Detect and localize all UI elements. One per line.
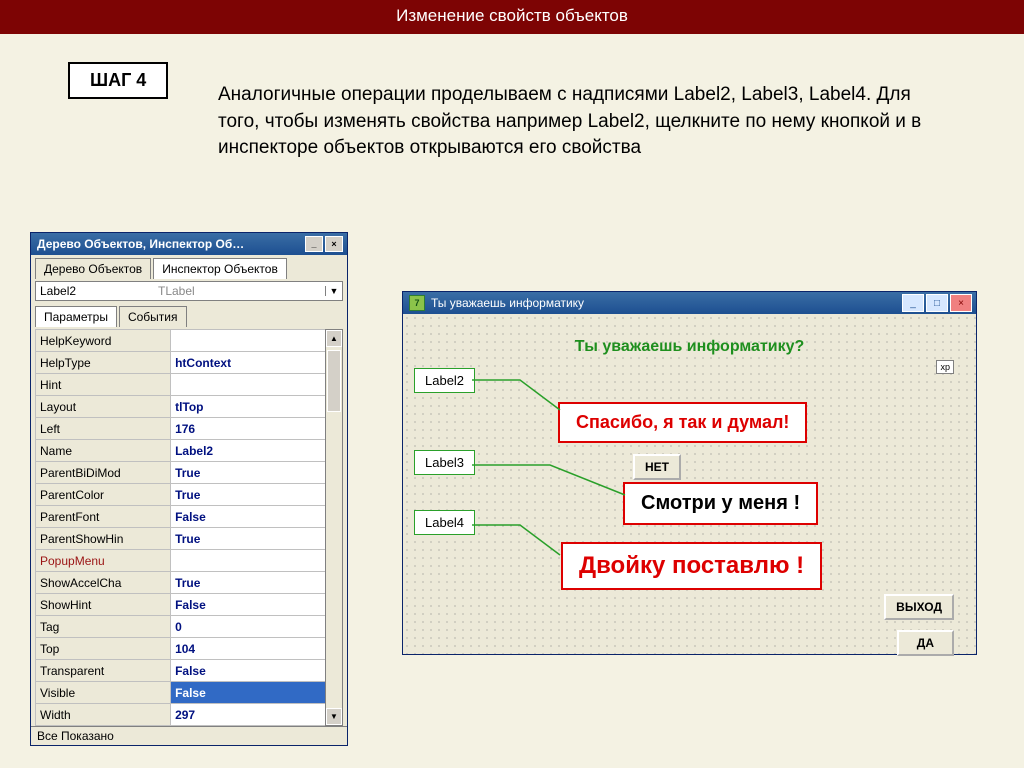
tab-events[interactable]: События bbox=[119, 306, 187, 327]
property-value[interactable] bbox=[171, 330, 343, 352]
property-value[interactable] bbox=[171, 374, 343, 396]
property-name: Top bbox=[36, 638, 171, 660]
property-row[interactable]: Tag0 bbox=[36, 616, 343, 638]
property-name: Layout bbox=[36, 396, 171, 418]
callout-label2: Label2 bbox=[414, 368, 475, 393]
tab-object-tree[interactable]: Дерево Объектов bbox=[35, 258, 151, 279]
property-value[interactable] bbox=[171, 550, 343, 572]
slide-title: Изменение свойств объектов bbox=[0, 0, 1024, 34]
property-row[interactable]: PopupMenu bbox=[36, 550, 343, 572]
label2[interactable]: Спасибо, я так и думал! bbox=[558, 402, 807, 443]
callout-label4: Label4 bbox=[414, 510, 475, 535]
property-value[interactable]: 104 bbox=[171, 638, 343, 660]
property-value[interactable]: True bbox=[171, 484, 343, 506]
scroll-down-icon[interactable]: ▼ bbox=[326, 708, 342, 725]
callout-label3: Label3 bbox=[414, 450, 475, 475]
property-value[interactable]: False bbox=[171, 682, 343, 704]
property-row[interactable]: Hint bbox=[36, 374, 343, 396]
top-tabstrip: Дерево Объектов Инспектор Объектов bbox=[31, 255, 347, 279]
property-row[interactable]: TransparentFalse bbox=[36, 660, 343, 682]
property-row[interactable]: HelpTypehtContext bbox=[36, 352, 343, 374]
property-row[interactable]: ParentShowHinTrue bbox=[36, 528, 343, 550]
property-row[interactable]: ParentFontFalse bbox=[36, 506, 343, 528]
label1[interactable]: Ты уважаешь информатику? bbox=[403, 338, 976, 356]
xp-manifest-component[interactable]: xp bbox=[936, 360, 954, 374]
property-value[interactable]: Label2 bbox=[171, 440, 343, 462]
property-value[interactable]: tlTop bbox=[171, 396, 343, 418]
property-name: ParentBiDiMod bbox=[36, 462, 171, 484]
inspector-title-text: Дерево Объектов, Инспектор Об… bbox=[37, 237, 244, 251]
slide: Изменение свойств объектов ШАГ 4 Аналоги… bbox=[0, 0, 1024, 768]
scroll-thumb[interactable] bbox=[327, 350, 341, 412]
close-icon[interactable]: × bbox=[325, 236, 343, 252]
component-selector[interactable]: TLabel ▼ bbox=[35, 281, 343, 301]
property-name: Hint bbox=[36, 374, 171, 396]
property-row[interactable]: ShowHintFalse bbox=[36, 594, 343, 616]
tab-object-inspector[interactable]: Инспектор Объектов bbox=[153, 258, 287, 279]
component-type: TLabel bbox=[154, 284, 325, 298]
property-name: ShowHint bbox=[36, 594, 171, 616]
property-value[interactable]: True bbox=[171, 528, 343, 550]
property-row[interactable]: Width297 bbox=[36, 704, 343, 726]
property-row[interactable]: Left176 bbox=[36, 418, 343, 440]
label3[interactable]: Смотри у меня ! bbox=[623, 482, 818, 525]
body-text: Аналогичные операции проделываем с надпи… bbox=[218, 82, 944, 162]
form-design-surface[interactable]: Ты уважаешь информатику? xp Спасибо, я т… bbox=[403, 314, 976, 654]
yes-button[interactable]: ДА bbox=[897, 630, 954, 656]
property-row[interactable]: NameLabel2 bbox=[36, 440, 343, 462]
property-value[interactable]: htContext bbox=[171, 352, 343, 374]
chevron-down-icon[interactable]: ▼ bbox=[325, 286, 342, 296]
status-bar: Все Показано bbox=[31, 726, 347, 745]
property-grid: HelpKeywordHelpTypehtContextHintLayouttl… bbox=[35, 329, 343, 726]
minimize-icon[interactable]: _ bbox=[305, 236, 323, 252]
property-value[interactable]: False bbox=[171, 506, 343, 528]
property-name: ParentColor bbox=[36, 484, 171, 506]
property-value[interactable]: False bbox=[171, 594, 343, 616]
component-name-input[interactable] bbox=[36, 282, 154, 300]
close-icon[interactable]: × bbox=[950, 294, 972, 312]
property-name: PopupMenu bbox=[36, 550, 171, 572]
maximize-icon[interactable]: □ bbox=[926, 294, 948, 312]
label4[interactable]: Двойку поставлю ! bbox=[561, 542, 822, 590]
property-name: ShowAccelCha bbox=[36, 572, 171, 594]
inspector-titlebar[interactable]: Дерево Объектов, Инспектор Об… _ × bbox=[31, 233, 347, 255]
tab-params[interactable]: Параметры bbox=[35, 306, 117, 327]
property-row[interactable]: ParentBiDiModTrue bbox=[36, 462, 343, 484]
property-row[interactable]: VisibleFalse bbox=[36, 682, 343, 704]
property-name: Transparent bbox=[36, 660, 171, 682]
property-value[interactable]: 0 bbox=[171, 616, 343, 638]
property-value[interactable]: 297 bbox=[171, 704, 343, 726]
property-name: Left bbox=[36, 418, 171, 440]
property-row[interactable]: Top104 bbox=[36, 638, 343, 660]
scrollbar[interactable]: ▲ ▼ bbox=[325, 329, 343, 726]
form-designer-window: 7 Ты уважаешь информатику _ □ × Ты уважа… bbox=[402, 291, 977, 655]
property-name: Name bbox=[36, 440, 171, 462]
property-name: ParentFont bbox=[36, 506, 171, 528]
minimize-icon[interactable]: _ bbox=[902, 294, 924, 312]
delphi-form-icon: 7 bbox=[409, 295, 425, 311]
property-value[interactable]: False bbox=[171, 660, 343, 682]
inspector-window: Дерево Объектов, Инспектор Об… _ × Дерев… bbox=[30, 232, 348, 746]
form-titlebar[interactable]: 7 Ты уважаешь информатику _ □ × bbox=[403, 292, 976, 314]
property-value[interactable]: True bbox=[171, 462, 343, 484]
property-row[interactable]: ShowAccelChaTrue bbox=[36, 572, 343, 594]
property-name: HelpType bbox=[36, 352, 171, 374]
property-name: Visible bbox=[36, 682, 171, 704]
no-button[interactable]: НЕТ bbox=[633, 454, 681, 480]
property-name: HelpKeyword bbox=[36, 330, 171, 352]
property-value[interactable]: True bbox=[171, 572, 343, 594]
property-row[interactable]: HelpKeyword bbox=[36, 330, 343, 352]
exit-button[interactable]: ВЫХОД bbox=[884, 594, 954, 620]
property-value[interactable]: 176 bbox=[171, 418, 343, 440]
scroll-up-icon[interactable]: ▲ bbox=[326, 330, 342, 347]
property-name: Tag bbox=[36, 616, 171, 638]
step-badge: ШАГ 4 bbox=[68, 62, 168, 99]
property-name: Width bbox=[36, 704, 171, 726]
sub-tabstrip: Параметры События bbox=[31, 303, 347, 327]
property-row[interactable]: LayouttlTop bbox=[36, 396, 343, 418]
form-title-text: Ты уважаешь информатику bbox=[431, 296, 584, 310]
property-name: ParentShowHin bbox=[36, 528, 171, 550]
property-row[interactable]: ParentColorTrue bbox=[36, 484, 343, 506]
